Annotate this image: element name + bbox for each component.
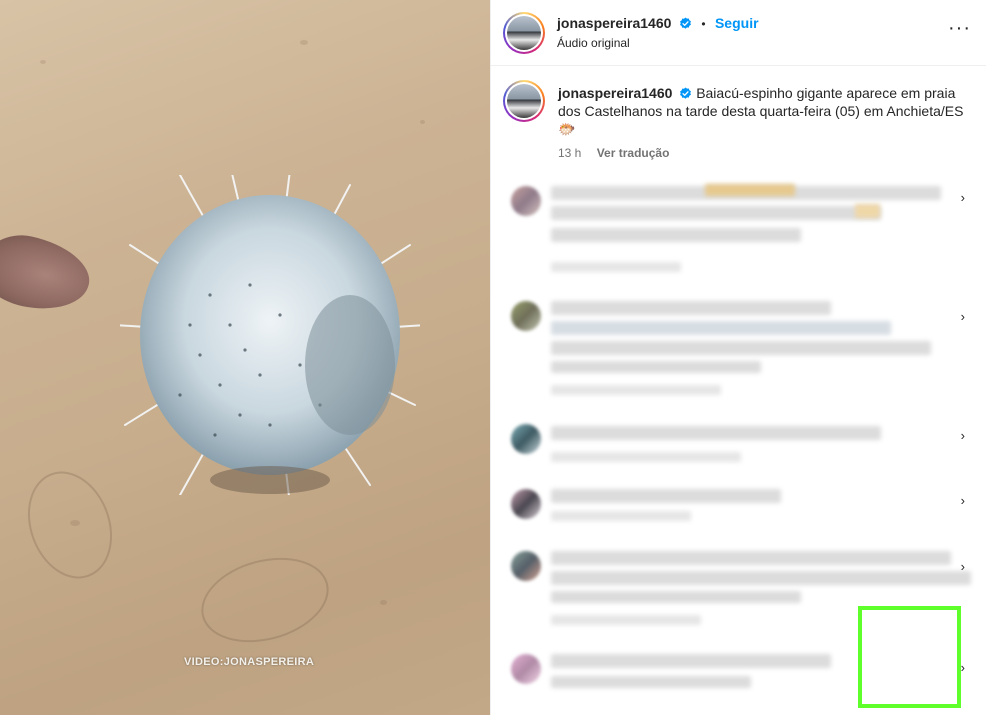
blurred-comment-meta: [551, 452, 741, 462]
comment-chevron-icon[interactable]: ›: [961, 559, 965, 574]
blurred-comment-text: [705, 184, 795, 196]
blurred-comment-text: [551, 489, 781, 503]
caption-username[interactable]: jonaspereira1460: [558, 85, 672, 101]
comment-chevron-icon[interactable]: ›: [961, 660, 965, 675]
translate-link[interactable]: Ver tradução: [597, 146, 670, 160]
sand-texture: [420, 120, 425, 124]
blurred-comment-text: [551, 341, 931, 355]
comment-avatar[interactable]: [511, 551, 541, 581]
caption-author-avatar[interactable]: [503, 80, 545, 122]
comment-item: ›: [505, 180, 975, 280]
video-watermark: VIDEO:JONASPEREIRA: [184, 656, 315, 668]
blurred-comment-text: [551, 591, 801, 603]
author-avatar[interactable]: [503, 12, 545, 54]
post-video[interactable]: VIDEO:JONASPEREIRA: [0, 0, 490, 715]
comment-chevron-icon[interactable]: ›: [961, 309, 965, 324]
comment-avatar[interactable]: [511, 186, 541, 216]
comment-chevron-icon[interactable]: ›: [961, 428, 965, 443]
sand-texture: [300, 40, 308, 45]
blurred-comment-text: [551, 301, 831, 315]
verified-badge-icon: [680, 87, 692, 99]
more-options-icon[interactable]: ···: [948, 18, 972, 42]
footprint: [191, 544, 339, 656]
caption-meta: 13 h Ver tradução: [558, 146, 669, 160]
footprint: [13, 459, 127, 591]
verified-badge-icon: [679, 17, 691, 29]
follow-button[interactable]: Seguir: [715, 15, 759, 31]
blurred-comment-text: [551, 361, 761, 373]
comment-avatar[interactable]: [511, 489, 541, 519]
blurred-comment-text: [551, 571, 971, 585]
comment-chevron-icon[interactable]: ›: [961, 493, 965, 508]
blurred-comment-meta: [551, 262, 681, 272]
sand-texture: [380, 600, 387, 605]
blurred-comment-text: [551, 228, 801, 242]
pufferfish-emoji-icon: 🐡: [558, 121, 576, 137]
comment-chevron-icon[interactable]: ›: [961, 190, 965, 205]
pufferfish-image: [120, 175, 420, 495]
highlight-box: [858, 606, 961, 708]
comment-avatar[interactable]: [511, 301, 541, 331]
comment-avatar[interactable]: [511, 424, 541, 454]
post-header: jonaspereira1460 • Seguir Áudio original…: [491, 0, 986, 66]
blurred-comment-meta: [551, 511, 691, 521]
caption-text-block: jonaspereira1460 Baiacú-espinho gigante …: [558, 84, 968, 138]
blurred-comment-text: [551, 321, 891, 335]
audio-label[interactable]: Áudio original: [557, 36, 630, 50]
blurred-comment-text: [551, 426, 881, 440]
comment-item: ›: [505, 420, 975, 480]
blurred-comment-meta: [551, 615, 701, 625]
blurred-comment-meta: [551, 385, 721, 395]
comment-avatar[interactable]: [511, 654, 541, 684]
post-time: 13 h: [558, 146, 582, 160]
comment-item: ›: [505, 485, 975, 535]
author-username[interactable]: jonaspereira1460: [557, 15, 671, 31]
header-title-row: jonaspereira1460 • Seguir: [557, 15, 759, 33]
blurred-comment-text: [551, 551, 951, 565]
blurred-comment-text: [551, 676, 751, 688]
comment-item: ›: [505, 295, 975, 405]
separator-dot: •: [701, 17, 706, 31]
blurred-comment-text: [855, 204, 880, 218]
human-foot: [0, 227, 97, 319]
blurred-comment-text: [551, 654, 831, 668]
blurred-comment-text: [551, 206, 881, 220]
sand-texture: [40, 60, 46, 64]
